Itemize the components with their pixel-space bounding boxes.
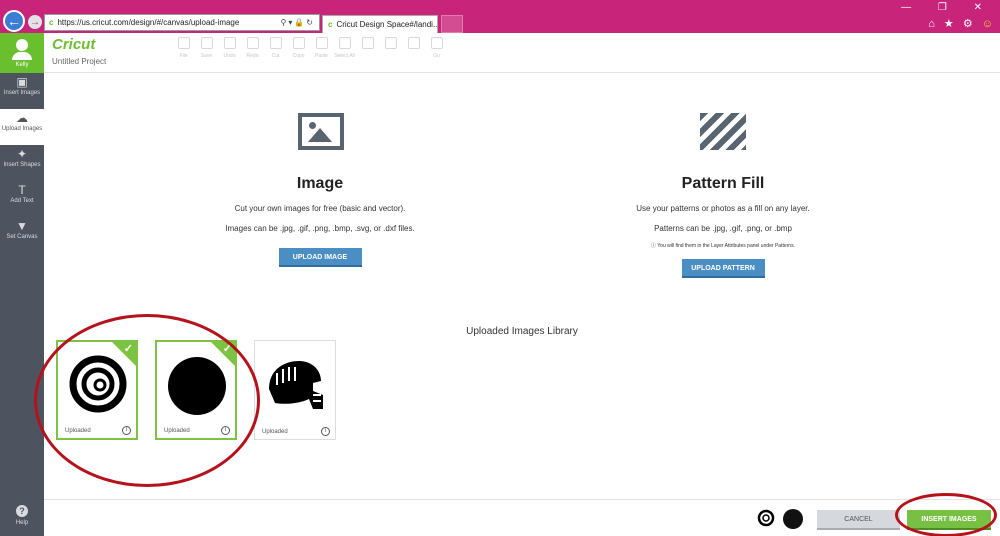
shapes-icon: ✦ — [16, 147, 28, 161]
help-icon: ? — [16, 505, 28, 517]
info-icon[interactable]: i — [321, 427, 330, 436]
toolbar-item-0[interactable]: File — [172, 37, 195, 59]
new-tab-button[interactable] — [441, 15, 463, 33]
forward-arrow-icon: → — [30, 16, 40, 28]
upload-pattern-button[interactable]: UPLOAD PATTERN — [681, 259, 765, 278]
sidebar-item-set-canvas[interactable]: ▼ Set Canvas — [0, 217, 44, 253]
tshirt-icon: ▼ — [16, 219, 28, 233]
selected-circle-thumbnail — [783, 509, 803, 529]
toolbar-item-1[interactable]: Save — [195, 37, 218, 59]
toolbar-item-icon — [292, 37, 305, 49]
toolbar-item-8[interactable] — [356, 37, 379, 59]
pattern-panel-title: Pattern Fill — [681, 175, 765, 192]
edit-toolbar: File Save Undo Redo Cut Copy Paste Select All Go — [172, 37, 448, 59]
help-button[interactable]: ? Help — [0, 505, 44, 526]
image-panel-title: Image — [296, 175, 344, 192]
pattern-panel-formats: Patterns can be .jpg, .gif, .png, or .bm… — [654, 224, 792, 233]
selected-swirl-thumbnail — [757, 509, 775, 527]
image-icon — [298, 113, 344, 150]
toolbar-item-label: Select All — [334, 53, 355, 59]
address-url: https://us.cricut.com/design/#/canvas/up… — [57, 18, 240, 27]
browser-tools[interactable]: ⌂ ★ ⚙ ☺ — [928, 17, 996, 30]
help-label: Help — [15, 520, 29, 526]
toolbar-item-icon — [177, 37, 190, 49]
tab-favicon-icon: c — [328, 20, 333, 29]
user-body-icon — [12, 52, 32, 60]
sidebar-item-insert-images[interactable]: ▣ Insert Images — [0, 73, 44, 109]
sidebar-item-insert-shapes[interactable]: ✦ Insert Shapes — [0, 145, 44, 181]
tab-title: Cricut Design Space#/landi... — [336, 20, 438, 29]
helmet-image — [269, 361, 323, 409]
cloud-upload-icon: ☁ — [16, 111, 28, 125]
app-header — [0, 33, 1000, 73]
window-controls[interactable]: — ❐ ✕ — [901, 2, 994, 13]
toolbar-item-7[interactable]: Select All — [333, 37, 356, 59]
toolbar-item-5[interactable]: Copy — [287, 37, 310, 59]
sidebar-item-label: Insert Shapes — [3, 162, 41, 168]
toolbar-item-label: File — [179, 53, 188, 59]
annotation-circle-selected — [34, 314, 260, 487]
annotation-circle-insert — [895, 493, 997, 536]
library-card-helmet[interactable]: Uploaded i — [254, 340, 336, 440]
user-menu[interactable]: Kelly — [0, 33, 44, 73]
toolbar-item-icon — [315, 37, 328, 49]
sidebar-item-label: Insert Images — [3, 90, 41, 96]
toolbar-item-icon — [338, 37, 351, 49]
sidebar-item-label: Add Text — [10, 198, 34, 204]
image-panel-formats: Images can be .jpg, .gif, .png, .bmp, .s… — [225, 224, 415, 233]
image-panel-description: Cut your own images for free (basic and … — [234, 204, 406, 213]
toolbar-item-label: Undo — [223, 53, 236, 59]
user-head-icon — [16, 39, 28, 51]
project-title[interactable]: Untitled Project — [52, 57, 106, 66]
image-icon: ▣ — [16, 75, 28, 89]
toolbar-item-3[interactable]: Redo — [241, 37, 264, 59]
sidebar-item-label: Set Canvas — [6, 234, 38, 240]
pattern-panel-note: ⓘ You will find them in the Layer Attrib… — [651, 243, 795, 249]
toolbar-item-icon — [246, 37, 259, 49]
toolbar-item-11[interactable]: Go — [425, 37, 448, 59]
home-star-gear-icons[interactable]: ⌂ ★ ⚙ — [928, 18, 975, 30]
toolbar-item-label: Cut — [271, 53, 280, 59]
back-button[interactable]: ← — [3, 10, 25, 32]
toolbar-item-icon — [269, 37, 282, 49]
toolbar-item-10[interactable] — [402, 37, 425, 59]
image-upload-panel: Image Cut your own images for free (basi… — [130, 110, 510, 267]
card-caption: Uploaded — [262, 429, 288, 435]
toolbar-item-4[interactable]: Cut — [264, 37, 287, 59]
toolbar-item-icon — [223, 37, 236, 49]
sidebar-item-add-text[interactable]: T Add Text — [0, 181, 44, 217]
toolbar-item-label: Redo — [246, 53, 259, 59]
upload-image-button[interactable]: UPLOAD IMAGE — [278, 248, 362, 267]
left-sidebar: ▣ Insert Images ☁ Upload Images ✦ Insert Shap… — [0, 73, 44, 536]
user-name: Kelly — [15, 62, 29, 68]
toolbar-item-label: Paste — [315, 53, 328, 59]
toolbar-item-label: Copy — [292, 53, 305, 59]
address-bar-icons[interactable]: ⚲▾🔒↻ — [280, 18, 315, 27]
pattern-upload-panel: Pattern Fill Use your patterns or photos… — [533, 110, 913, 278]
toolbar-item-icon — [407, 37, 420, 49]
cricut-favicon-icon: c — [49, 18, 54, 27]
forward-button[interactable]: → — [28, 15, 42, 29]
toolbar-item-label: Go — [433, 53, 440, 59]
sidebar-item-label: Upload Images — [1, 126, 43, 132]
pattern-stripes-icon — [700, 113, 746, 150]
toolbar-item-icon — [384, 37, 397, 49]
toolbar-item-9[interactable] — [379, 37, 402, 59]
toolbar-item-2[interactable]: Undo — [218, 37, 241, 59]
toolbar-item-6[interactable]: Paste — [310, 37, 333, 59]
sidebar-item-upload-images[interactable]: ☁ Upload Images — [0, 109, 44, 145]
toolbar-item-icon — [430, 37, 443, 49]
toolbar-item-icon — [361, 37, 374, 49]
back-arrow-icon: ← — [7, 13, 21, 29]
cricut-logo: Cricut — [52, 36, 96, 53]
toolbar-item-label: Save — [200, 53, 213, 59]
browser-tab[interactable]: c Cricut Design Space#/landi... × — [322, 15, 438, 33]
cancel-button[interactable]: CANCEL — [817, 510, 900, 530]
text-icon: T — [18, 183, 26, 197]
smiley-icon[interactable]: ☺ — [982, 18, 996, 30]
address-bar[interactable]: c https://us.cricut.com/design/#/canvas/… — [44, 14, 320, 31]
pattern-panel-description: Use your patterns or photos as a fill on… — [636, 204, 810, 213]
toolbar-item-icon — [200, 37, 213, 49]
